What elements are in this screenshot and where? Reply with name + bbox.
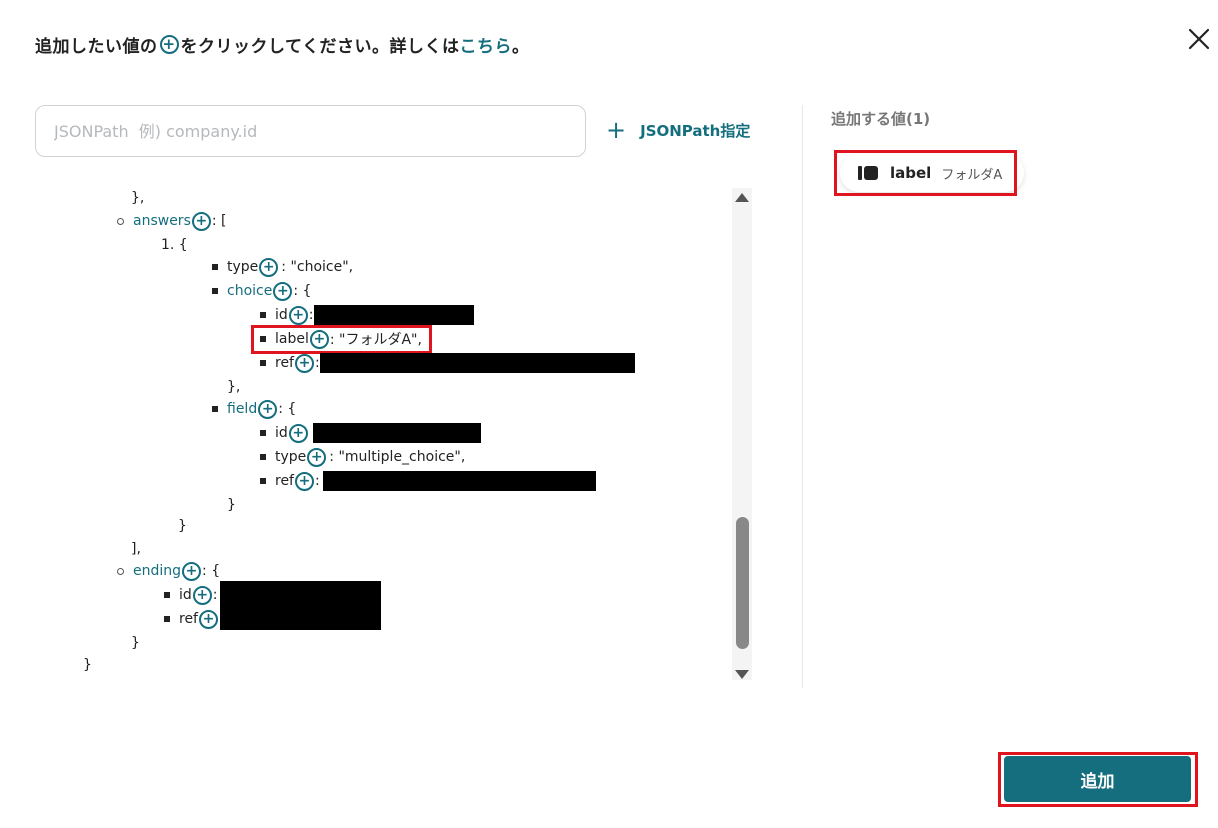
json-tree: }, answers + : [ 1. { type + : "choice",… [0,186,730,686]
tree-line-choice: choice + : { [212,279,311,303]
add-ending-ref-plus-icon[interactable]: + [199,609,218,629]
scroll-thumb[interactable] [736,517,749,649]
bullet-icon [212,264,218,270]
tree-line: } [83,653,92,677]
tree-line-choice-id: id + : [260,303,474,327]
tree-line: } [227,493,236,517]
tree-key-ending: ending [133,563,182,579]
add-ending-plus-icon[interactable]: + [182,561,202,581]
plus-circle-icon: + [159,35,179,54]
jsonpath-specify-button[interactable]: + JSONPath指定 [606,118,750,142]
tree-line: } [178,514,187,538]
add-type-plus-icon[interactable]: + [259,257,279,277]
instruction-text: 追加したい値の + をクリックしてください。詳しくは こちら 。 [35,32,529,57]
bullet-icon [212,406,218,412]
tree-text: : { [202,563,221,579]
scroll-down-arrow-icon[interactable] [735,670,749,679]
tree-line: ], [131,537,141,561]
tree-key-field: field [227,401,258,417]
chip-highlight-box [834,150,1017,196]
bullet-icon [260,360,266,366]
jsonpath-specify-label: JSONPath指定 [640,121,751,140]
tree-line-ending-ref: ref + [164,607,219,631]
tree-text: }, [227,379,241,395]
tree-key-type: type [275,449,307,465]
tree-text: }, [131,190,145,206]
instruction-suffix: 。 [511,37,530,57]
tree-key-ref: ref [275,473,294,489]
tree-line-type: type + : "choice", [212,255,353,279]
tree-text: : [ [211,213,227,229]
add-id-plus-icon[interactable]: + [288,305,308,325]
tree-key-ref: ref [275,355,294,371]
tree-line-field-ref: ref + : [260,469,596,493]
tree-text: 1. { [161,237,188,253]
jsonpath-search-input[interactable] [35,105,586,157]
tree-value: : "multiple_choice", [329,449,466,465]
add-field-plus-icon[interactable]: + [258,399,278,419]
tree-value: : "choice", [281,259,354,275]
tree-line-item: 1. { [161,233,188,257]
tree-line-field-id: id + [260,421,481,445]
tree-line-ending: ending + : { [117,559,220,583]
add-ref-plus-icon[interactable]: + [295,353,314,373]
add-answers-plus-icon[interactable]: + [191,211,211,231]
bullet-icon [260,478,266,484]
tree-key-id: id [179,587,192,603]
tree-text: } [227,497,236,513]
added-values-heading: 追加する値(1) [831,110,931,128]
redacted-value [322,471,596,491]
bullet-icon [260,430,266,436]
tree-key-ref: ref [179,611,198,627]
redacted-value [319,353,635,373]
tree-line-field: field + : { [212,397,296,421]
redacted-value [312,423,481,443]
bullet-icon [164,616,170,622]
instruction-middle: をクリックしてください。詳しくは [180,37,460,57]
tree-text: } [83,657,92,673]
tree-text: : { [293,283,312,299]
tree-text: } [178,518,187,534]
tree-key-id: id [275,307,288,323]
tree-line-field-type: type + : "multiple_choice", [260,445,465,469]
tree-key-answers: answers [133,213,191,229]
tree-line: }, [131,186,144,210]
tree-line: }, [227,375,240,399]
tree-line-choice-ref: ref + : [260,351,635,375]
tree-line-ending-id: id + : [164,583,218,607]
tree-key-id: id [275,425,288,441]
instruction-prefix: 追加したい値の [35,37,158,57]
tree-text: ], [131,541,141,557]
help-link[interactable]: こちら [459,32,512,57]
tree-key-type: type [227,259,259,275]
panel-divider [802,105,803,688]
bullet-icon [164,592,170,598]
redacted-value [220,581,381,630]
tree-text: : [315,473,320,489]
tree-key-choice: choice [227,283,273,299]
label-highlight-box [251,325,432,354]
add-field-ref-plus-icon[interactable]: + [295,471,314,491]
tree-line: } [131,631,140,655]
add-field-id-plus-icon[interactable]: + [288,423,308,443]
tree-text: : { [278,401,297,417]
add-field-type-plus-icon[interactable]: + [307,447,327,467]
add-button-highlight-box [998,752,1198,807]
tree-line-answers: answers + : [ [117,209,227,233]
redacted-value [313,305,474,325]
scroll-up-arrow-icon[interactable] [735,193,749,202]
bullet-icon [117,567,124,575]
bullet-icon [212,288,218,294]
close-icon[interactable] [1186,26,1212,52]
bullet-icon [260,312,266,318]
plus-icon: + [606,116,627,144]
bullet-icon [260,454,266,460]
bullet-icon [117,217,124,225]
add-choice-plus-icon[interactable]: + [273,281,293,301]
tree-text: : [212,587,218,603]
tree-text: } [131,635,140,651]
add-ending-id-plus-icon[interactable]: + [192,585,212,605]
